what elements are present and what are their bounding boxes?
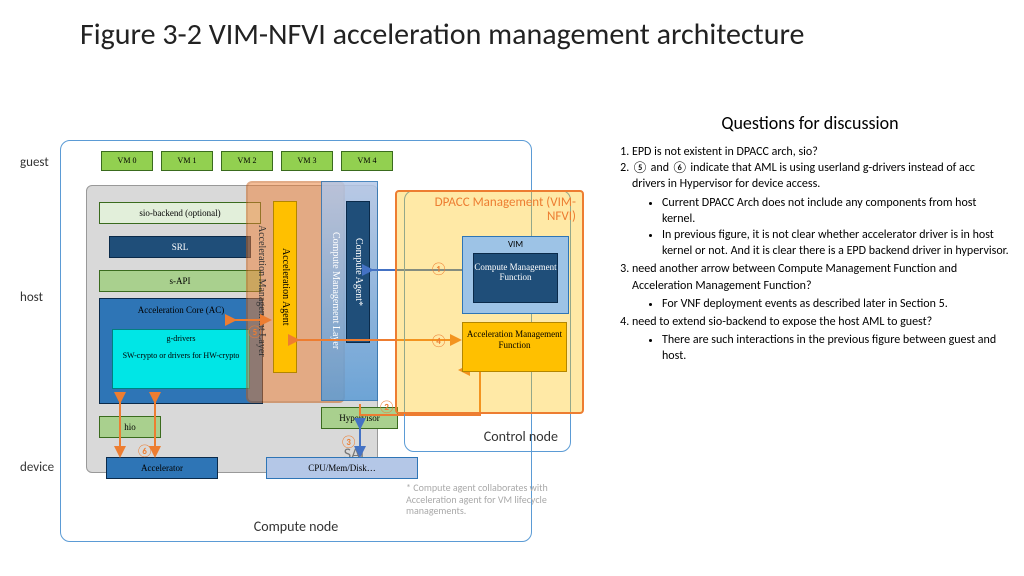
compute-mgmt-function: Compute Management Function [473, 253, 558, 303]
compute-agent: Compute Agent* [346, 201, 370, 343]
sw-crypto-label: SW-crypto or drivers for HW-crypto [113, 351, 249, 360]
question-item: need to extend sio-backend to expose the… [632, 314, 1010, 365]
circle-5: ⑤ [246, 325, 263, 340]
g-drivers-label: g-drivers [113, 334, 249, 343]
circle-6: ⑥ [136, 444, 153, 459]
row-label-device: device [20, 460, 54, 475]
question-item: ⑤ and ⑥ indicate that AML is using userl… [632, 160, 1010, 259]
circle-4: ④ [430, 334, 447, 349]
row-label-host: host [20, 290, 43, 305]
question-subitem: There are such interactions in the previ… [662, 332, 1010, 364]
aml-label: Acceleration Management Layer [247, 201, 267, 381]
vim-label: VIM [463, 239, 568, 250]
questions-list: EPD is not existent in DPACC arch, sio? … [610, 144, 1010, 364]
question-item: EPD is not existent in DPACC arch, sio? [632, 144, 1010, 160]
hio: hio [99, 416, 161, 438]
sio-backend: sio-backend (optional) [99, 202, 261, 224]
accelerator: Accelerator [106, 457, 218, 479]
question-subitem: Current DPACC Arch does not include any … [662, 195, 1010, 227]
g-drivers: g-drivers SW-crypto or drivers for HW-cr… [112, 329, 250, 389]
vim-box: VIM Compute Management Function [462, 236, 569, 314]
acceleration-mgmt-function: Acceleration Management Function [462, 322, 567, 372]
control-node-label: Control node [484, 428, 558, 445]
circle-2: ② [378, 400, 395, 415]
questions-heading: Questions for discussion [610, 112, 1010, 134]
acceleration-core: Acceleration Core (AC) g-drivers SW-cryp… [99, 298, 263, 404]
ac-label: Acceleration Core (AC) [100, 305, 262, 315]
cpu-mem-disk: CPU/Mem/Disk… [266, 457, 418, 479]
circle-3: ③ [340, 435, 357, 450]
s-api: s-API [99, 270, 261, 292]
questions-panel: Questions for discussion EPD is not exis… [610, 112, 1010, 368]
vm-box: VM 1 [161, 151, 213, 171]
vm-box: VM 4 [341, 151, 393, 171]
circle-1: ① [430, 262, 447, 277]
srl: SRL [109, 236, 251, 258]
vm-box: VM 3 [281, 151, 333, 171]
acceleration-agent: Acceleration Agent [273, 201, 297, 373]
row-label-guest: guest [20, 155, 49, 170]
dpacc-label: DPACC Management (VIM-NFVI) [406, 196, 576, 225]
footnote: * Compute agent collaborates with Accele… [406, 482, 571, 517]
vm-box: VM 2 [221, 151, 273, 171]
question-subitem: For VNF deployment events as described l… [662, 296, 1010, 312]
figure-title: Figure 3-2 VIM-NFVI acceleration managem… [80, 18, 804, 53]
cml-label: Compute Management Layer [323, 201, 341, 381]
question-subitem: In previous figure, it is not clear whet… [662, 227, 1010, 259]
compute-node-label: Compute node [61, 518, 531, 535]
question-item: need another arrow between Compute Manag… [632, 261, 1010, 312]
vm-box: VM 0 [101, 151, 153, 171]
